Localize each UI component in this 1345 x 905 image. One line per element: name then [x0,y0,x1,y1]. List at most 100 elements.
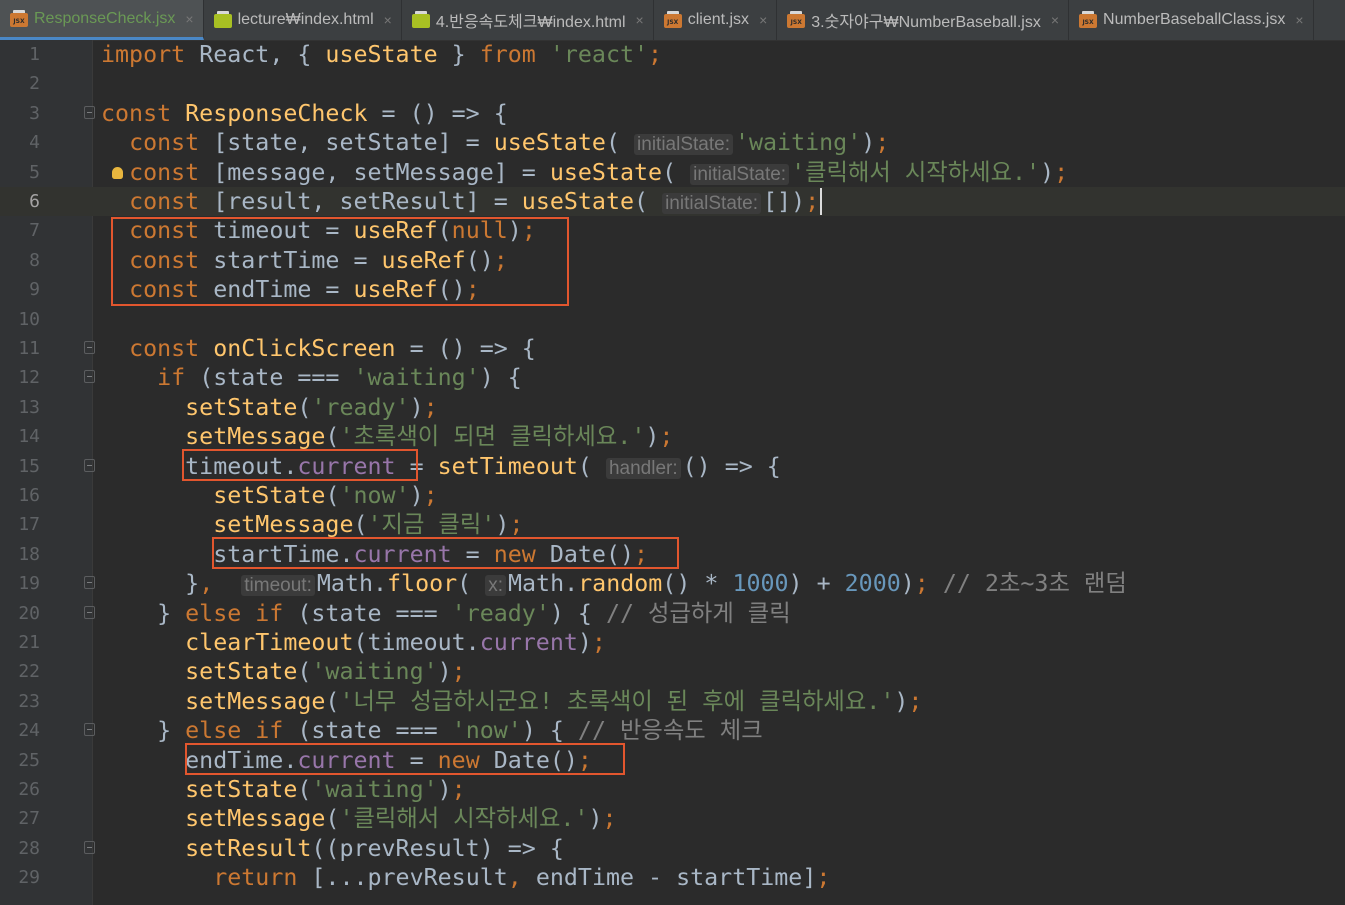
line-number: 22 [18,661,40,683]
code-token: '클릭해서 시작하세요.' [791,158,1041,186]
code-token: [...prevResult [311,864,508,892]
code-token: } [101,570,200,598]
tab-close-icon[interactable]: × [1295,12,1303,28]
code-line[interactable]: 26 setState('waiting'); [0,775,1345,804]
tab-numberbaseballclass-jsx[interactable]: JSX NumberBaseballClass.jsx × [1069,0,1314,40]
tab-4-index-html[interactable]: 4.반응속도체크₩index.html × [402,0,654,40]
code-line[interactable]: 22 setState('waiting'); [0,657,1345,686]
fold-toggle-icon[interactable] [84,341,95,354]
code-token: 2000 [844,570,901,598]
code-token: React, { [199,41,326,68]
code-text: const onClickScreen = () => { [101,334,536,363]
code-token: ) { [479,364,522,392]
code-line[interactable]: 5 const [message, setMessage] = useState… [0,158,1345,187]
tab-responsecheck-jsx[interactable]: JSX ResponseCheck.jsx × [0,0,204,40]
code-line[interactable]: 21 clearTimeout(timeout.current); [0,628,1345,657]
fold-toggle-icon[interactable] [84,370,95,384]
code-line[interactable]: 19 }, timeout: Math.floor( x: Math.random(… [0,569,1345,598]
code-token: ) { [549,599,606,627]
fold-toggle-icon[interactable] [84,576,95,590]
code-line[interactable]: 3 const ResponseCheck = () => { [0,99,1345,128]
code-token: } [101,599,186,627]
tab-label: lecture₩index.html [237,11,374,28]
code-token: 'now' [339,482,410,509]
code-line[interactable]: 28 setResult((prevResult) => { [0,834,1345,863]
code-editor[interactable]: 1 import React, { useState } from 'react'… [0,40,1345,905]
code-token: } [437,41,480,68]
fold-toggle-icon[interactable] [84,723,95,737]
code-token: setState [213,482,326,509]
code-token: current [479,629,578,656]
code-line[interactable]: 23 setMessage('너무 성급하시군요! 초록색이 된 후에 클릭하세… [0,687,1345,716]
code-token: ; [451,658,466,686]
code-line[interactable]: 2 [0,69,1345,98]
code-token: 'ready' [311,393,410,421]
code-line[interactable]: 10 [0,305,1345,334]
fold-toggle-icon[interactable] [84,105,95,119]
code-line[interactable]: 24 } else if (state === 'now') { // 반응속도… [0,716,1345,745]
tab-label: 4.반응속도체크₩index.html [435,14,626,31]
code-token: ( [634,188,663,215]
code-line[interactable]: 20 } else if (state === 'ready') { // 성급… [0,599,1345,628]
tab-client-jsx[interactable]: JSX client.jsx × [654,0,778,40]
code-line[interactable]: 29 return [...prevResult, endTime - star… [0,863,1345,892]
code-token: ( [297,393,312,421]
tab-close-icon[interactable]: × [636,12,644,28]
code-token: setState [185,658,298,686]
code-line[interactable]: 17 setMessage('지금 클릭'); [0,510,1345,539]
highlight-box-timeout-current [182,449,418,481]
code-token: useState [325,41,438,68]
code-line[interactable]: 13 setState('ready'); [0,393,1345,422]
code-token: } [101,717,186,745]
code-token: 'waiting' [311,658,438,686]
fold-toggle-icon[interactable] [84,840,95,854]
code-line[interactable]: 12 if (state === 'waiting') { [0,363,1345,392]
tab-close-icon[interactable]: × [384,12,392,28]
code-token: ) [900,570,915,598]
code-token: setState [185,393,298,421]
code-line[interactable]: 6 const [result, setResult] = useState( … [0,187,1345,216]
tab-close-icon[interactable]: × [759,12,767,28]
editor-tab-bar: JSX ResponseCheck.jsx × lecture₩index.html ×… [0,0,1345,41]
code-line[interactable]: 11 const onClickScreen = () => { [0,334,1345,363]
tab-3-numberbaseball-jsx[interactable]: JSX 3.숫자야구₩NumberBaseball.jsx × [777,0,1070,40]
code-token: '지금 클릭' [367,511,496,539]
html-file-icon [411,11,430,29]
tab-close-icon[interactable]: × [185,11,193,27]
code-token: 'waiting' [353,364,480,392]
code-text: const [state, setState] = useState( init… [101,128,889,159]
code-line[interactable]: 16 setState('now'); [0,481,1345,510]
code-token: ResponseCheck [185,99,368,127]
code-token: ( [325,482,340,509]
line-number: 19 [18,573,40,595]
code-token: setMessage [185,423,326,451]
line-number: 2 [29,73,40,95]
fold-toggle-icon[interactable] [84,605,95,619]
line-number: 21 [18,632,40,653]
code-line[interactable]: 4 const [state, setState] = useState( in… [0,128,1345,157]
line-number: 3 [29,102,40,124]
tab-close-icon[interactable]: × [1051,12,1059,28]
line-number: 24 [18,720,40,742]
tab-lecture-index-html[interactable]: lecture₩index.html × [204,0,402,40]
code-line[interactable]: 1 import React, { useState } from 'react'… [0,40,1345,69]
code-token: 1000 [732,570,789,598]
line-number: 6 [29,191,40,212]
code-text: setMessage('너무 성급하시군요! 초록색이 된 후에 클릭하세요.'… [101,687,922,716]
code-token: ) [894,687,909,715]
code-token: ) [437,658,452,686]
code-line[interactable]: 14 setMessage('초록색이 되면 클릭하세요.'); [0,422,1345,451]
code-token: ) { [521,717,578,745]
code-token: []) [763,188,806,215]
code-token: setResult [185,834,312,862]
fold-toggle-icon[interactable] [84,458,95,472]
code-token: (state === [297,599,452,627]
tab-label: client.jsx [687,11,750,28]
code-line[interactable]: 27 setMessage('클릭해서 시작하세요.'); [0,804,1345,833]
code-token: const [129,188,214,215]
line-number: 14 [18,426,40,448]
